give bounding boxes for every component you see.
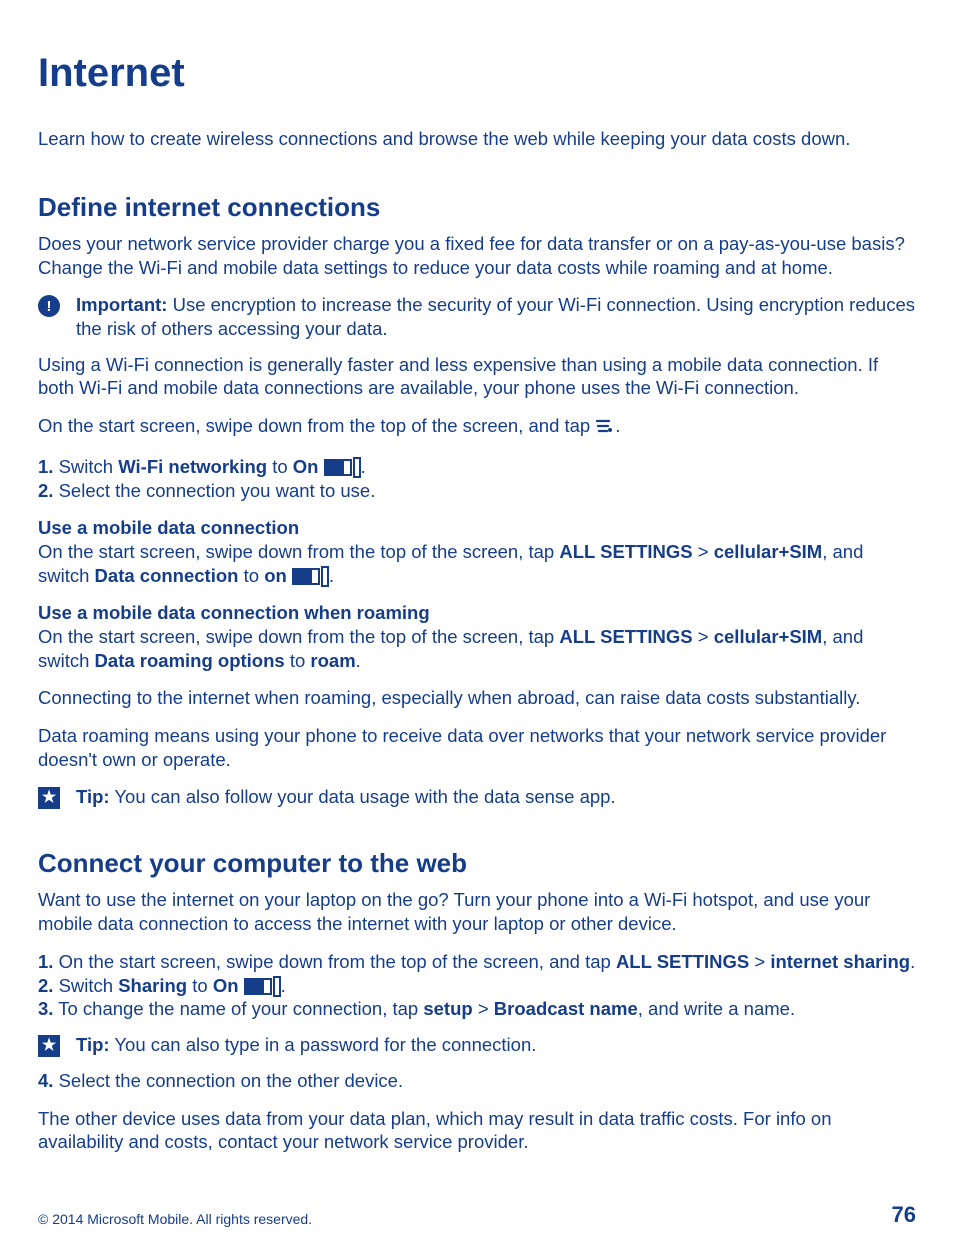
step-4: 4. Select the connection on the other de… — [38, 1069, 916, 1093]
intro-text: Learn how to create wireless connections… — [38, 127, 916, 151]
tip-star-icon: ★ — [38, 1035, 60, 1057]
subheading: Use a mobile data connection — [38, 516, 916, 540]
toggle-on-icon — [292, 566, 329, 587]
copyright-text: © 2014 Microsoft Mobile. All rights rese… — [38, 1211, 312, 1229]
important-text: Important: Use encryption to increase th… — [76, 293, 916, 340]
paragraph: The other device uses data from your dat… — [38, 1107, 916, 1154]
step-3: 3. To change the name of your connection… — [38, 997, 916, 1021]
paragraph: On the start screen, swipe down from the… — [38, 540, 916, 587]
paragraph: Using a Wi-Fi connection is generally fa… — [38, 353, 916, 400]
paragraph: Data roaming means using your phone to r… — [38, 724, 916, 771]
paragraph: On the start screen, swipe down from the… — [38, 625, 916, 672]
step-2: 2. Select the connection you want to use… — [38, 479, 916, 503]
manual-page: Internet Learn how to create wireless co… — [0, 0, 954, 1257]
important-icon: ! — [38, 295, 60, 317]
tip-star-icon: ★ — [38, 787, 60, 809]
page-number: 76 — [892, 1201, 916, 1229]
paragraph: Does your network service provider charg… — [38, 232, 916, 279]
paragraph: Connecting to the internet when roaming,… — [38, 686, 916, 710]
page-title: Internet — [38, 48, 916, 99]
step-1: 1. On the start screen, swipe down from … — [38, 950, 916, 974]
important-callout: ! Important: Use encryption to increase … — [38, 293, 916, 340]
toggle-on-icon — [244, 976, 281, 997]
subheading: Use a mobile data connection when roamin… — [38, 601, 916, 625]
settings-stripes-icon — [595, 417, 615, 441]
page-footer: © 2014 Microsoft Mobile. All rights rese… — [38, 1201, 916, 1229]
step-2: 2. Switch Sharing to On . — [38, 974, 916, 998]
toggle-on-icon — [324, 457, 361, 478]
tip-text: Tip: You can also type in a password for… — [76, 1033, 916, 1057]
section-heading: Connect your computer to the web — [38, 847, 916, 880]
section-heading: Define internet connections — [38, 191, 916, 224]
step-1: 1. Switch Wi-Fi networking to On . — [38, 455, 916, 479]
tip-text: Tip: You can also follow your data usage… — [76, 785, 916, 809]
paragraph: On the start screen, swipe down from the… — [38, 414, 916, 441]
paragraph: Want to use the internet on your laptop … — [38, 888, 916, 935]
tip-callout: ★ Tip: You can also type in a password f… — [38, 1033, 916, 1057]
tip-callout: ★ Tip: You can also follow your data usa… — [38, 785, 916, 809]
